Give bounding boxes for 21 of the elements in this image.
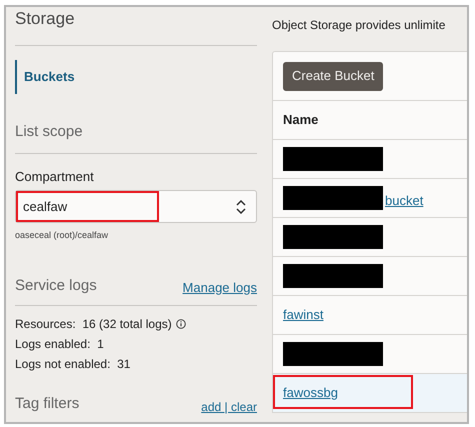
bucket-link[interactable]: bucket — [385, 190, 424, 210]
section-heading: List scope — [15, 121, 257, 154]
intro-text: Object Storage provides unlimite — [272, 17, 446, 34]
field-label: Compartment — [15, 168, 95, 186]
log-stat: Resources: 16 (32 total logs) — [15, 316, 172, 333]
nav-item[interactable]: Buckets — [15, 60, 257, 94]
section-heading: Tag filters — [15, 394, 80, 414]
bucket-link[interactable]: fawossbg — [283, 383, 338, 403]
create-bucket-button[interactable]: Create Bucket — [283, 62, 384, 90]
sidebar-title: Storage — [15, 8, 257, 46]
tag-filter-links[interactable]: add | clear — [201, 398, 257, 416]
compartment-select[interactable]: cealfaw — [15, 190, 257, 223]
manage-logs-link[interactable]: Manage logs — [182, 278, 257, 297]
compartment-path: oaseceal (root)/cealfaw — [15, 229, 110, 242]
column-header: Name — [283, 111, 318, 130]
select-value: cealfaw — [23, 198, 68, 216]
bucket-link[interactable]: fawinst — [283, 305, 324, 325]
chevron-up-down-icon — [236, 200, 246, 214]
log-stat: Logs enabled: 1 — [15, 336, 104, 353]
section-heading: Service logs — [15, 276, 97, 296]
log-stat: Logs not enabled: 31 — [15, 356, 130, 373]
